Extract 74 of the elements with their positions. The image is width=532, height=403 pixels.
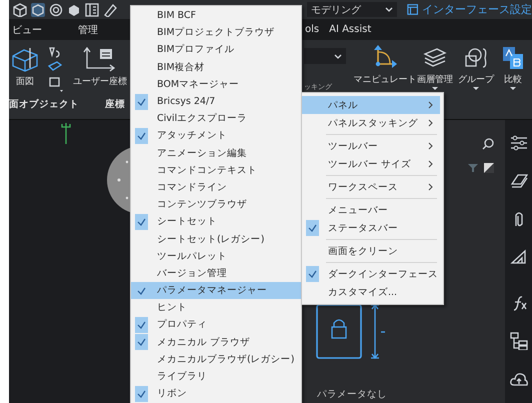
menu-item[interactable]: パネル — [302, 96, 440, 114]
empty-message: パラメータなし — [317, 388, 387, 401]
menu-item[interactable]: メカニカルブラウザ(レガシー) — [131, 350, 301, 368]
menu-item[interactable]: コンテンツブラウザ — [131, 196, 301, 214]
axes-icon — [83, 46, 117, 72]
ribbon-tab[interactable]: 管理 — [78, 22, 98, 36]
menu-item[interactable]: Bricsys 24/7 — [131, 92, 301, 110]
tool-label[interactable]: 比較 — [504, 73, 522, 86]
menu-item[interactable]: BIM複合材 — [131, 58, 301, 76]
menu-item[interactable]: パラメータマネージャー — [131, 282, 301, 300]
menu-item[interactable]: ライブラリ — [131, 368, 301, 386]
ribbon-tab[interactable]: ols — [305, 24, 320, 35]
ribbon-tab[interactable]: ビュー — [12, 22, 42, 36]
tool-label[interactable]: グループ — [458, 73, 494, 86]
menu-item[interactable]: BIMプロジェクトブラウザ — [131, 24, 301, 42]
menu-item[interactable]: コマンドコンテキスト — [131, 162, 301, 179]
chevron-down-icon — [334, 54, 342, 58]
menu-item[interactable]: カスタマイズ... — [302, 283, 440, 301]
axis-icon — [61, 122, 71, 144]
menu-item[interactable]: ツールバー — [302, 137, 440, 155]
workspace-dropdown[interactable]: モデリング — [307, 2, 397, 17]
menu-item[interactable]: シートセット — [131, 213, 301, 230]
menu-item[interactable]: ツールパレット — [131, 248, 301, 265]
pencil-icon — [103, 2, 117, 16]
menu-item[interactable]: ツールバー サイズ — [302, 155, 440, 173]
contrast-icon — [484, 163, 494, 173]
menu-item[interactable]: ヒント — [131, 299, 301, 316]
dropdown-field[interactable] — [304, 48, 346, 64]
interface-settings-button[interactable]: インターフェース設定 — [422, 2, 532, 17]
panel-icon — [85, 2, 99, 16]
menu-item[interactable]: アタッチメント — [131, 127, 301, 144]
menu-item[interactable]: バージョン管理 — [131, 264, 301, 282]
chevron-down-icon — [384, 7, 393, 12]
compare-icon — [502, 46, 524, 70]
tool-label[interactable]: マニピュレート — [354, 73, 416, 86]
sphere-icon — [49, 2, 63, 16]
group-label: 面オブジェクト — [9, 98, 79, 111]
menu-item[interactable]: ダークインターフェース — [302, 265, 440, 283]
cloud-upload-icon — [510, 370, 528, 388]
layers-icon — [510, 172, 528, 190]
caret-icon — [510, 87, 516, 91]
menu-item[interactable]: アニメーション編集 — [131, 144, 301, 162]
drafting-icon — [510, 248, 528, 266]
menu-item[interactable]: メカニカル ブラウザ — [131, 334, 301, 351]
menu-item[interactable]: シートセット(レガシー) — [131, 230, 301, 248]
tool-label[interactable]: 画層管理 — [417, 73, 453, 86]
cube-icon — [13, 2, 27, 16]
menu-item[interactable]: 画面をクリーン — [302, 242, 440, 260]
section-cube-icon — [10, 46, 40, 72]
menu-item[interactable]: コマンドライン — [131, 178, 301, 196]
filter-icon — [468, 163, 478, 173]
menu-item[interactable]: Civilエクスプローラ — [131, 110, 301, 128]
menu-item[interactable]: パネルスタッキング — [302, 114, 440, 132]
manipulator-icon — [372, 44, 398, 70]
shapes-icon — [463, 46, 489, 70]
group-label: 座標 — [105, 98, 125, 111]
tool-label[interactable]: ユーザー座標 — [73, 75, 127, 88]
hierarchy-icon — [510, 332, 528, 350]
menu-item[interactable]: メニューバー — [302, 201, 440, 219]
menu-item[interactable]: ワークスペース — [302, 178, 440, 196]
menu-item[interactable]: BIM BCF — [131, 7, 301, 24]
menu-item[interactable]: リボン — [131, 385, 301, 402]
search-icon — [482, 138, 494, 150]
menu-item[interactable]: プロパティ — [131, 316, 301, 334]
caret-icon — [473, 87, 479, 91]
ribbon-tab[interactable]: AI Assist — [329, 24, 372, 35]
menu-item[interactable]: BIMプロファイル — [131, 41, 301, 59]
menu-item[interactable]: ステータスバー — [302, 219, 440, 237]
cube-icon — [31, 2, 45, 16]
window-icon — [406, 3, 418, 16]
tool-label[interactable]: 面図 — [16, 75, 34, 88]
sliders-icon — [510, 134, 528, 152]
menu-item[interactable]: BOMマネージャー — [131, 76, 301, 93]
box-icon — [67, 2, 81, 16]
